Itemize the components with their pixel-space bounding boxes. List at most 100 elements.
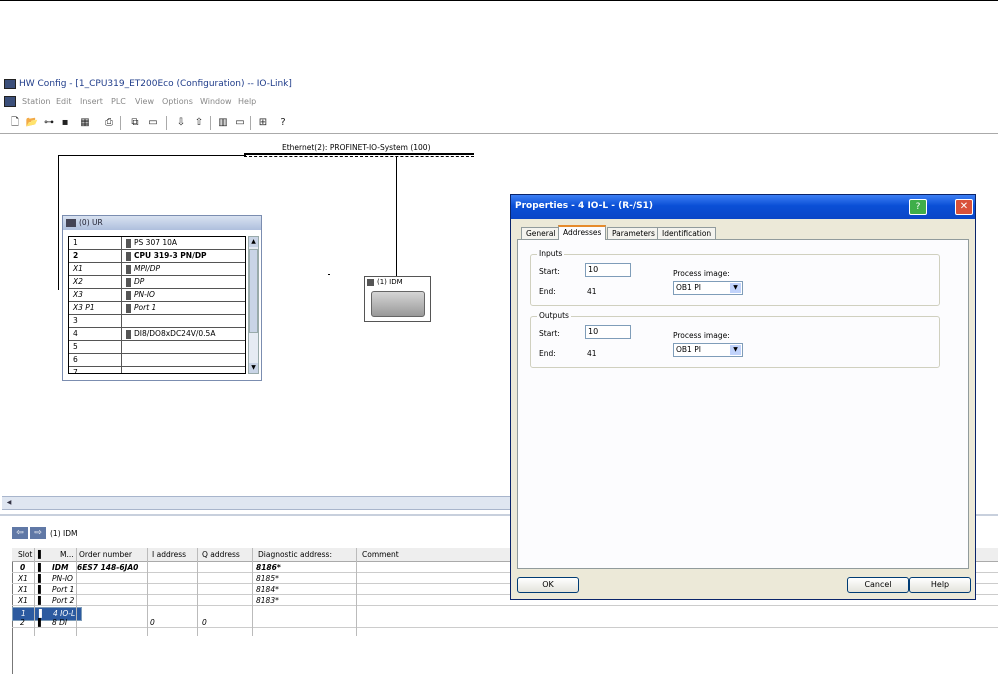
rack-scrollbar[interactable]: ▲ ▼ xyxy=(248,236,259,374)
menu-view[interactable]: View xyxy=(135,97,154,106)
column-divider xyxy=(252,548,253,636)
cell-module: 8 DI xyxy=(52,618,68,627)
menu-bar: Station Edit Insert PLC View Options Win… xyxy=(0,94,998,110)
col-i-address[interactable]: I address xyxy=(152,550,186,559)
rack-row[interactable]: X3 P1 Port 1 xyxy=(69,302,245,315)
rack-module xyxy=(121,315,245,328)
catalog-icon[interactable]: ▥ xyxy=(216,116,230,130)
module-icon xyxy=(126,277,131,287)
rack-row[interactable]: 2 CPU 319-3 PN/DP xyxy=(69,250,245,263)
dialog-title-bar[interactable]: Properties - 4 IO-L - (R-/S1) ? ✕ xyxy=(511,195,975,219)
app-title-bar: HW Config - [1_CPU319_ET200Eco (Configur… xyxy=(0,76,998,92)
cell-slot: X1 xyxy=(18,596,28,605)
paste-icon[interactable]: ▭ xyxy=(146,116,160,130)
cell-module: IDM xyxy=(52,563,69,572)
rack-row[interactable]: 3 xyxy=(69,315,245,328)
copy-icon[interactable]: ⧉ xyxy=(128,116,142,130)
col-comment[interactable]: Comment xyxy=(362,550,399,559)
outputs-start-label: Start: xyxy=(539,329,560,338)
scroll-thumb[interactable] xyxy=(249,249,258,333)
inputs-start-field[interactable]: 10 xyxy=(585,263,631,277)
rack-slot: X3 P1 xyxy=(73,303,95,312)
menu-plc[interactable]: PLC xyxy=(111,97,126,106)
close-icon[interactable]: ✕ xyxy=(955,199,973,215)
tab-parameters[interactable]: Parameters xyxy=(607,227,660,239)
window-icon[interactable]: ▭ xyxy=(233,116,247,130)
col-slot[interactable]: Slot xyxy=(18,550,32,559)
tab-identification[interactable]: Identification xyxy=(657,227,717,239)
menu-edit[interactable]: Edit xyxy=(56,97,72,106)
inputs-process-image-label: Process image: xyxy=(673,269,730,278)
rack-slot: 4 xyxy=(73,329,78,338)
table-row[interactable]: 2 ▌ 8 DI 0 0 xyxy=(12,618,998,628)
rack-row[interactable]: X1 MPI/DP xyxy=(69,263,245,276)
scroll-left-icon[interactable]: ◀ xyxy=(4,498,14,508)
horizontal-scrollbar[interactable]: ◀ xyxy=(2,496,510,510)
rack-module xyxy=(121,354,245,367)
col-module[interactable]: M... xyxy=(60,550,74,559)
help-button[interactable]: Help xyxy=(909,577,971,593)
scroll-down-icon[interactable]: ▼ xyxy=(249,363,258,373)
col-order-number[interactable]: Order number xyxy=(79,550,132,559)
detail-nav: ⇦ ⇨ (1) IDM xyxy=(12,527,212,541)
network-icon[interactable]: ⊶ xyxy=(42,116,56,130)
dialog-title: Properties - 4 IO-L - (R-/S1) xyxy=(515,201,654,211)
rack-row[interactable]: 5 xyxy=(69,341,245,354)
print-icon[interactable]: ⎙ xyxy=(102,116,116,130)
column-divider xyxy=(76,548,77,636)
idm-device[interactable]: (1) IDM xyxy=(364,276,431,322)
chevron-down-icon[interactable]: ▼ xyxy=(730,345,741,355)
outputs-process-image-select[interactable]: OB1 PI ▼ xyxy=(673,343,743,357)
forward-arrow-icon[interactable]: ⇨ xyxy=(30,527,46,539)
document-icon[interactable] xyxy=(4,96,16,107)
context-help-icon[interactable]: ? xyxy=(909,199,927,215)
ok-button[interactable]: OK xyxy=(517,577,579,593)
module-icon xyxy=(126,251,131,261)
rack-module-label: DP xyxy=(134,277,145,286)
download-icon[interactable]: ⇩ xyxy=(174,116,188,130)
compile-icon[interactable]: ▦ xyxy=(78,116,92,130)
module-icon xyxy=(126,329,131,339)
rack-row[interactable]: 4 DI8/DO8xDC24V/0.5A xyxy=(69,328,245,341)
tab-addresses[interactable]: Addresses xyxy=(558,225,607,240)
cell-module: PN-IO xyxy=(52,574,73,583)
back-arrow-icon[interactable]: ⇦ xyxy=(12,527,28,539)
rack-row[interactable]: 6 xyxy=(69,354,245,367)
menu-station[interactable]: Station xyxy=(22,97,50,106)
scroll-up-icon[interactable]: ▲ xyxy=(249,237,258,247)
menu-options[interactable]: Options xyxy=(162,97,193,106)
inputs-process-image-select[interactable]: OB1 PI ▼ xyxy=(673,281,743,295)
col-diagnostic-address[interactable]: Diagnostic address: xyxy=(258,550,332,559)
rack-row[interactable]: 1 PS 307 10A xyxy=(69,237,245,250)
rack-row[interactable]: X2 DP xyxy=(69,276,245,289)
upload-icon[interactable]: ⇧ xyxy=(192,116,206,130)
profinet-bus-line[interactable] xyxy=(244,153,474,157)
menu-help[interactable]: Help xyxy=(238,97,256,106)
help-icon[interactable]: ? xyxy=(276,116,290,130)
tab-general[interactable]: General xyxy=(521,227,561,239)
rack-row[interactable]: 7 xyxy=(69,367,245,373)
outputs-start-field[interactable]: 10 xyxy=(585,325,631,339)
col-q-address[interactable]: Q address xyxy=(202,550,240,559)
et200eco-device-image xyxy=(371,291,425,317)
col-module-icon[interactable]: ▌ xyxy=(38,550,44,559)
cell-qaddr: 0 xyxy=(202,618,207,627)
cursor-mark xyxy=(328,274,330,275)
hw-config-icon xyxy=(4,79,16,89)
rack-module: Port 1 xyxy=(121,302,245,315)
menu-window[interactable]: Window xyxy=(200,97,232,106)
device-label: (1) IDM xyxy=(377,278,403,286)
rack-window[interactable]: (0) UR 1 PS 307 10A 2 CPU 319-3 PN/DP X1 MP… xyxy=(62,215,262,381)
rack-row[interactable]: X3 PN-IO xyxy=(69,289,245,302)
new-icon[interactable]: 🗋 xyxy=(8,116,22,130)
open-icon[interactable]: 📂 xyxy=(25,116,39,130)
network-view-icon[interactable]: ⊞ xyxy=(256,116,270,130)
save-icon[interactable]: ▪ xyxy=(58,116,72,130)
rack-slot: X1 xyxy=(73,264,83,273)
chevron-down-icon[interactable]: ▼ xyxy=(730,283,741,293)
window-title: HW Config - [1_CPU319_ET200Eco (Configur… xyxy=(19,79,292,89)
menu-insert[interactable]: Insert xyxy=(80,97,103,106)
cell-diag: 8185* xyxy=(256,574,279,583)
column-divider xyxy=(197,548,198,636)
cancel-button[interactable]: Cancel xyxy=(847,577,909,593)
